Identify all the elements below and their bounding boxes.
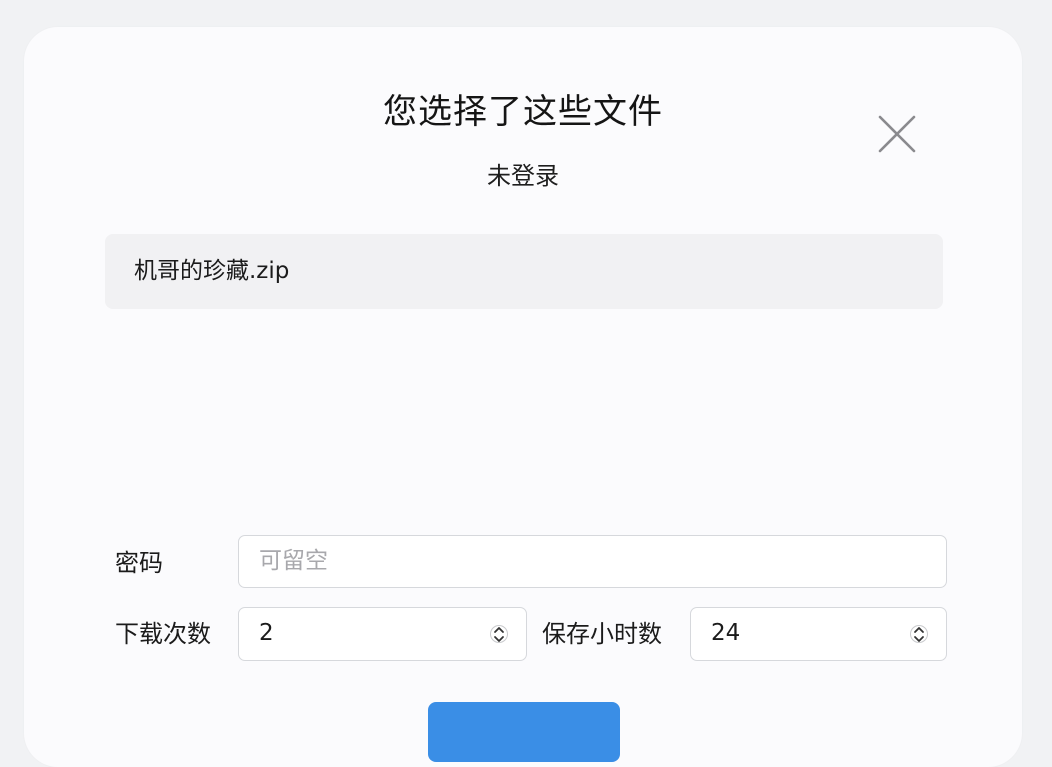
file-item: 机哥的珍藏.zip [134, 258, 290, 284]
selected-file-list: 机哥的珍藏.zip [105, 234, 943, 309]
close-button[interactable] [876, 113, 918, 155]
dialog-title: 您选择了这些文件 [383, 92, 663, 132]
login-status: 未登录 [487, 162, 559, 190]
close-icon [878, 115, 916, 153]
submit-button[interactable] [428, 702, 620, 762]
password-label: 密码 [115, 549, 163, 577]
download-count-value: 2 [259, 620, 274, 646]
password-input[interactable]: 可留空 [238, 535, 947, 588]
number-stepper-icon[interactable] [490, 621, 508, 647]
save-hours-input[interactable]: 24 [690, 607, 947, 661]
save-hours-label: 保存小时数 [542, 620, 662, 648]
save-hours-value: 24 [711, 620, 741, 646]
number-stepper-icon[interactable] [910, 621, 928, 647]
download-count-input[interactable]: 2 [238, 607, 527, 661]
download-count-label: 下载次数 [115, 620, 211, 648]
file-upload-dialog: 您选择了这些文件 未登录 机哥的珍藏.zip 密码 可留空 下载次数 2 保存小… [24, 27, 1022, 767]
password-placeholder: 可留空 [259, 548, 328, 574]
